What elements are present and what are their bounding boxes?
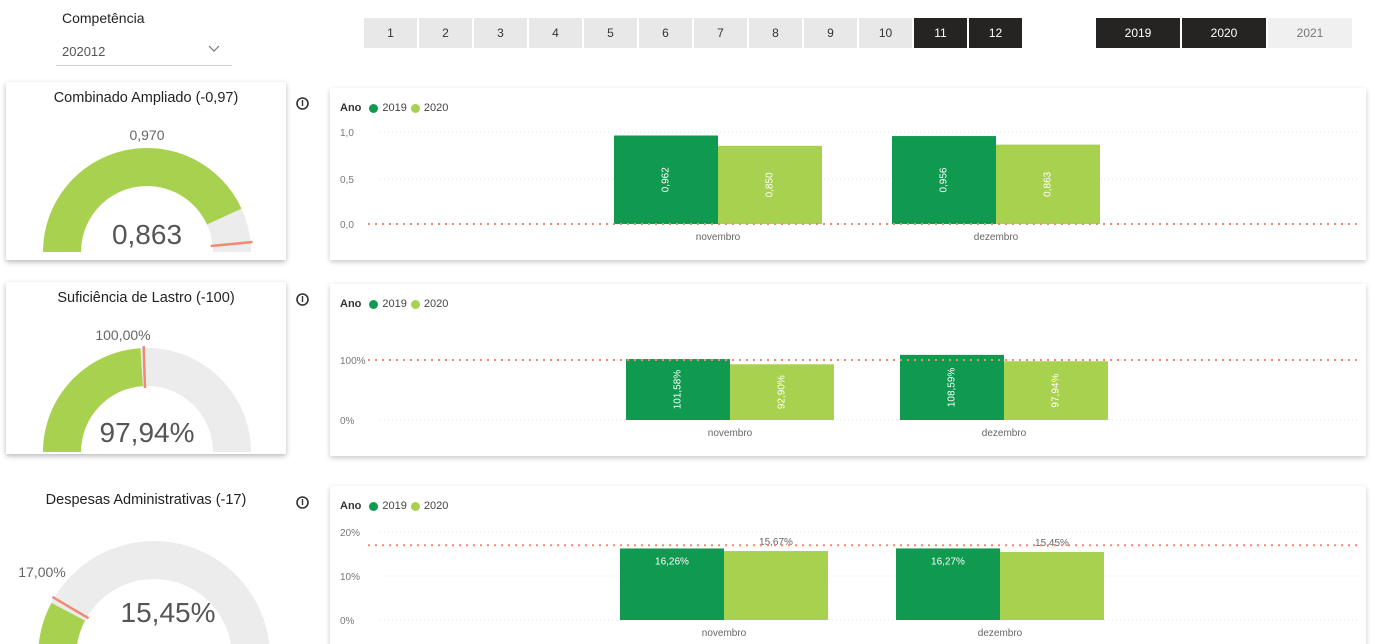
kpi-title: Combinado Ampliado (-0,97) xyxy=(53,90,239,106)
info-icon[interactable] xyxy=(296,293,309,306)
data-label: 108,59% xyxy=(947,368,958,408)
data-label: 0,850 xyxy=(765,172,776,197)
kpi-title: Suficiência de Lastro (-100) xyxy=(57,290,235,306)
competencia-dropdown[interactable]: 202012 xyxy=(56,38,232,66)
info-icon[interactable] xyxy=(296,496,309,509)
y-tick-label: 1,0 xyxy=(340,128,354,139)
dashboard: Competência 202012 1 2 3 4 5 6 7 8 9 10 11 12 2019 2… xyxy=(0,0,1375,644)
bar-chart-despesas: 20% 10% 0% 16,26% 15,67% novembro 16,27% 15,45%… xyxy=(340,528,1360,639)
kpi-card-combinado: 0,970 0,863 Combinado Ampliado (-0,97) xyxy=(6,82,286,260)
chart-panel-despesas: Ano 2019 2020 20% 10% 0% 16,26% 15,67% novemb… xyxy=(330,486,1366,644)
data-label: 97,94% xyxy=(1051,374,1062,408)
year-button-2020[interactable]: 2020 xyxy=(1182,18,1266,48)
gauge-suficiencia: 100,00% 97,94% xyxy=(43,327,251,452)
y-tick-label: 0,0 xyxy=(340,220,354,231)
data-label: 16,26% xyxy=(655,556,689,567)
y-tick-label: 100% xyxy=(340,356,366,367)
gauge-target-marker xyxy=(142,346,147,389)
y-tick-label: 0% xyxy=(340,416,355,427)
bar-chart-combinado: 1,0 0,5 0,0 0,962 0,850 novembro 0,956 0,863 dez… xyxy=(340,128,1360,243)
y-tick-label: 0% xyxy=(340,616,355,627)
gauge-target-label: 0,970 xyxy=(129,127,164,143)
month-button-9[interactable]: 9 xyxy=(804,18,857,48)
month-button-8[interactable]: 8 xyxy=(749,18,802,48)
chart-panel-combinado: Ano 2019 2020 1,0 0,5 0,0 0,962 0,850 novembr… xyxy=(330,88,1366,260)
data-label: 92,90% xyxy=(777,375,788,409)
kpi-title: Despesas Administrativas (-17) xyxy=(45,492,247,508)
month-button-4[interactable]: 4 xyxy=(529,18,582,48)
kpi-card-despesas: 17,00% 15,45% Despesas Administrativas (-… xyxy=(6,482,286,644)
month-button-3[interactable]: 3 xyxy=(474,18,527,48)
month-button-5[interactable]: 5 xyxy=(584,18,637,48)
kpi-card-suficiencia: 100,00% 97,94% Suficiência de Lastro (-10… xyxy=(6,282,286,454)
gauge-value-label: 15,45% xyxy=(121,597,216,628)
data-label: 0,956 xyxy=(939,167,950,192)
month-button-6[interactable]: 6 xyxy=(639,18,692,48)
x-category-label: novembro xyxy=(696,232,741,243)
dropdown-value: 202012 xyxy=(62,44,106,59)
y-tick-label: 10% xyxy=(340,572,360,583)
gauge-combinado: 0,970 0,863 xyxy=(43,127,253,252)
year-slicer: 2019 2020 2021 xyxy=(1096,18,1352,48)
data-label: 0,962 xyxy=(661,167,672,192)
data-label: 0,863 xyxy=(1043,171,1054,196)
month-slicer: 1 2 3 4 5 6 7 8 9 10 11 12 xyxy=(364,18,1022,48)
gauge-value-label: 0,863 xyxy=(112,219,182,250)
y-tick-label: 0,5 xyxy=(340,175,354,186)
year-button-2021[interactable]: 2021 xyxy=(1268,18,1352,48)
data-label: 16,27% xyxy=(931,556,965,567)
y-tick-label: 20% xyxy=(340,528,360,539)
slicer-title: Competência xyxy=(62,10,145,26)
bar-2020-novembro[interactable] xyxy=(724,551,828,620)
data-label: 15,67% xyxy=(759,537,793,548)
month-button-1[interactable]: 1 xyxy=(364,18,417,48)
data-label: 101,58% xyxy=(673,370,684,410)
chart-panel-suficiencia: Ano 2019 2020 100% 0% 101,58% 92,90% novembr… xyxy=(330,284,1366,456)
gauge-target-label: 17,00% xyxy=(18,564,65,580)
x-category-label: dezembro xyxy=(982,428,1027,439)
month-button-7[interactable]: 7 xyxy=(694,18,747,48)
chevron-down-icon[interactable] xyxy=(208,42,220,54)
bar-chart-suficiencia: 100% 0% 101,58% 92,90% novembro 108,59% 97,94%… xyxy=(340,354,1360,439)
x-category-label: novembro xyxy=(708,428,753,439)
x-category-label: dezembro xyxy=(978,628,1023,639)
data-label: 15,45% xyxy=(1035,538,1069,549)
month-button-11[interactable]: 11 xyxy=(914,18,967,48)
info-icon[interactable] xyxy=(296,97,309,110)
x-category-label: dezembro xyxy=(974,232,1019,243)
year-button-2019[interactable]: 2019 xyxy=(1096,18,1180,48)
bar-2020-dezembro[interactable] xyxy=(1000,552,1104,620)
month-button-12[interactable]: 12 xyxy=(969,18,1022,48)
x-category-label: novembro xyxy=(702,628,747,639)
month-button-10[interactable]: 10 xyxy=(859,18,912,48)
gauge-target-label: 100,00% xyxy=(95,327,150,343)
gauge-value-label: 97,94% xyxy=(100,417,195,448)
month-button-2[interactable]: 2 xyxy=(419,18,472,48)
